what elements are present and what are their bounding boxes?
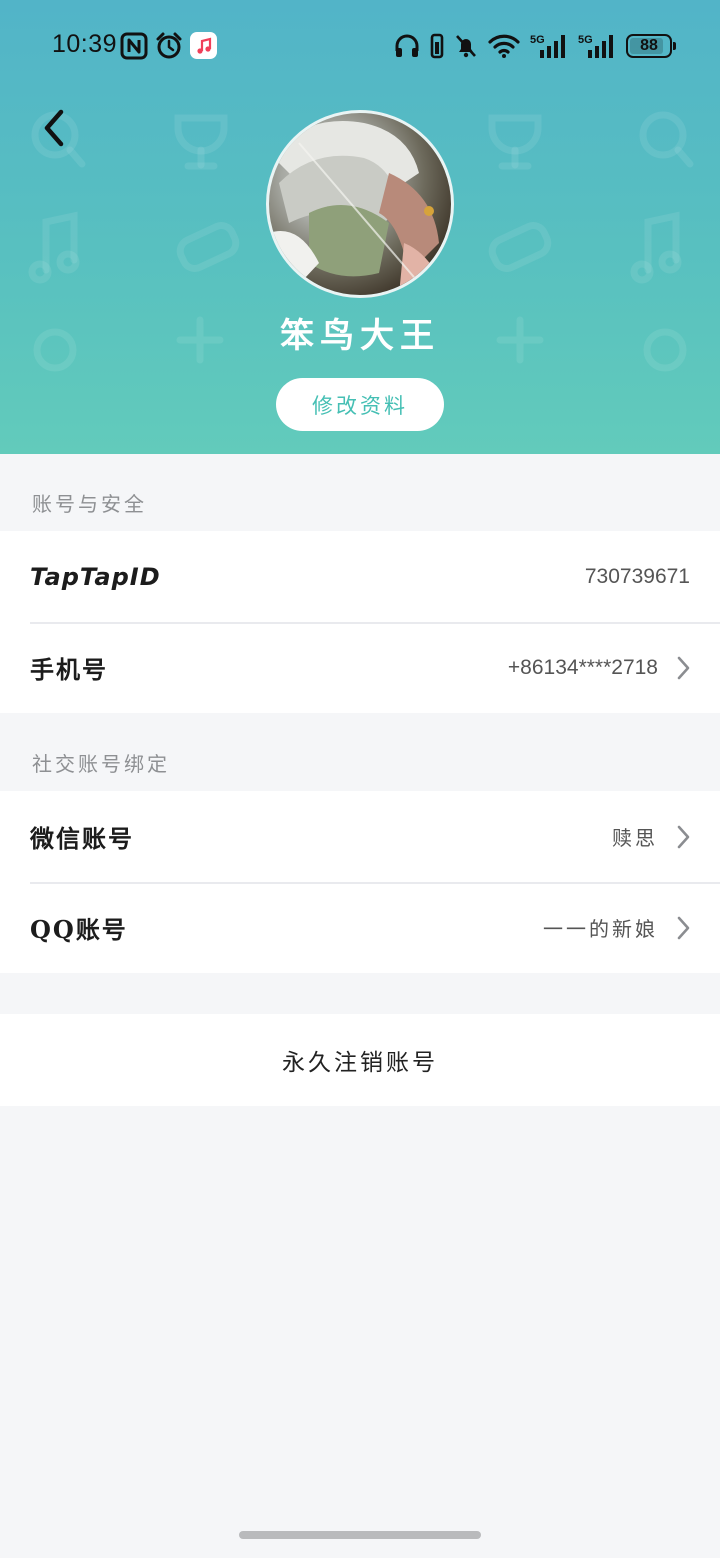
status-icons-right: 5G 5G 88 [394,32,676,60]
row-label: TapTapID [30,562,161,591]
social-binding-group: 微信账号 赎思 QQ账号 一一的新娘 [0,791,720,973]
status-time: 10:39 [52,30,118,58]
headphones-icon [395,34,419,57]
row-label: 微信账号 [30,824,134,853]
row-label: QQ账号 [30,915,128,944]
phone-number-row[interactable]: 手机号 +86134****2718 [0,622,720,713]
qq-account-value: 一一的新娘 [543,917,658,941]
5g-signal-icon: 5G [578,34,613,58]
svg-text:5G: 5G [530,34,545,46]
section-title-account-security: 账号与安全 [32,492,147,516]
section-title-social-binding: 社交账号绑定 [32,752,170,776]
qq-account-row[interactable]: QQ账号 一一的新娘 [0,882,720,973]
vibrate-icon [430,33,444,59]
taptap-id-value: 730739671 [584,564,690,588]
5g-signal-icon: 5G [530,34,565,58]
delete-account-button[interactable]: 永久注销账号 [0,1014,720,1106]
back-button[interactable] [30,104,78,152]
wifi-icon [488,34,520,58]
battery-level: 88 [640,37,658,54]
account-security-group: TapTapID 730739671 手机号 +86134****2718 [0,531,720,713]
profile-header: 10:39 5G 5G 88 笨鸟大王 修改资料 [0,0,720,454]
wechat-account-row[interactable]: 微信账号 赎思 [0,791,720,882]
avatar[interactable] [266,110,454,298]
username: 笨鸟大王 [280,316,440,356]
phone-number-value: +86134****2718 [507,655,658,679]
avatar-illustration [269,121,444,295]
row-label: 手机号 [30,655,108,684]
chevron-left-icon [44,109,64,147]
chevron-right-icon [677,656,690,679]
mute-bell-icon [456,35,476,58]
chevron-right-icon [677,916,690,939]
edit-profile-button[interactable]: 修改资料 [276,378,444,431]
home-indicator[interactable] [239,1531,481,1539]
battery-icon: 88 [626,34,676,58]
svg-text:5G: 5G [578,34,593,46]
alarm-icon [156,32,182,59]
music-app-icon [190,32,217,59]
nfc-icon [120,32,148,60]
chevron-right-icon [677,825,690,848]
wechat-account-value: 赎思 [612,826,658,850]
status-bar: 10:39 5G 5G 88 [0,0,720,92]
taptap-id-row: TapTapID 730739671 [0,531,720,622]
